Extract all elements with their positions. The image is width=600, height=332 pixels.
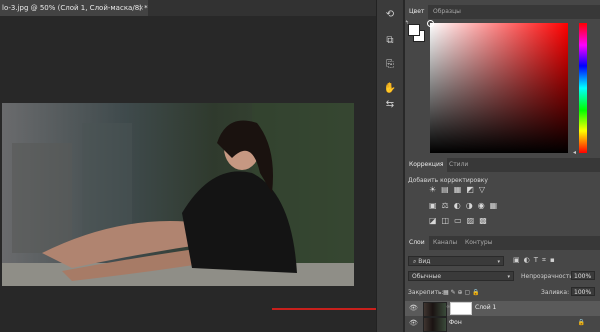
color-picker-field[interactable] [430,23,568,153]
visibility-eye-icon[interactable]: 👁 [409,304,418,312]
lock-icon: 🔒 [577,319,585,326]
chevron-down-icon: ▾ [497,259,500,265]
add-adjustment-title: Добавить корректировку [408,177,488,184]
tab-bar [148,0,376,16]
tab-color[interactable]: Цвет [405,5,429,19]
sliders-icon[interactable]: ⇆ [383,98,397,112]
layer-row[interactable]: 👁 ∞ Слой 1 [405,301,600,317]
fill-field[interactable]: 100% [571,287,595,296]
adjust-panel-tabs: Коррекция Стили [405,158,600,172]
adjustment-icons-row-1[interactable]: ☀▤▦◩▽ [429,185,490,194]
foreground-color-swatch[interactable] [408,24,420,36]
layer-row[interactable]: 👁 Фон 🔒 [405,316,600,332]
history-icon[interactable]: ⟲ [383,8,397,22]
layer-kind-filter[interactable]: ⌕ Вид ▾ [408,256,504,266]
document-title: lo-3.jpg @ 50% (Слой 1, Слой-маска/8) * [2,4,148,12]
document-tab[interactable]: lo-3.jpg @ 50% (Слой 1, Слой-маска/8) * … [0,0,148,16]
layer-thumbnail [423,317,447,332]
close-tab-icon[interactable]: × [138,0,144,16]
panel-icon-strip: ⟲ ⧉ ⎘ ✋ ⇆ [376,0,404,332]
color-picker-cursor[interactable] [427,20,434,27]
visibility-eye-icon[interactable]: 👁 [409,319,418,327]
lock-label: Закрепить: [408,289,444,296]
tab-swatches[interactable]: Образцы [429,5,465,19]
layer-thumbnail [423,302,447,317]
tab-layers[interactable]: Слои [405,236,429,250]
canvas-image[interactable] [2,103,354,286]
chevron-down-icon: ▾ [507,274,510,280]
tab-channels[interactable]: Каналы [429,236,461,250]
brush-options-icon[interactable]: ✋ [383,82,397,96]
blend-mode-select[interactable]: Обычные ▾ [408,271,514,281]
lock-icons[interactable]: ▦ ✎ ⊕ ▢ 🔒 [443,289,480,296]
color-panel-tabs: Цвет Образцы [405,5,600,19]
hue-slider[interactable] [579,23,587,153]
layer-kind-value: Вид [418,258,431,265]
fill-label: Заливка: [541,289,570,296]
adjustment-icons-row-2[interactable]: ▣⚖◐◑◉▦ [429,201,502,210]
tab-paths[interactable]: Контуры [461,236,496,250]
hue-slider-handle-icon[interactable]: ◂ [573,149,576,156]
photo-illustration [2,103,354,286]
adjustment-icons-row-3[interactable]: ◪◫▭▨▩ [429,216,492,225]
layer-name: Фон [449,319,462,326]
layers-panel-tabs: Слои Каналы Контуры [405,236,600,250]
opacity-field[interactable]: 100% [571,271,595,280]
opacity-label: Непрозрачность: [521,273,575,280]
layer-mask-thumbnail[interactable] [450,302,472,315]
copy-layer-icon[interactable]: ⎘ [383,58,397,72]
tab-styles[interactable]: Стили [445,158,472,172]
layer-filter-icons[interactable]: ▣◐T⌗▪ [513,256,559,265]
adjust-brush-icon[interactable]: ⧉ [383,34,397,48]
blend-mode-value: Обычные [412,273,442,280]
layer-name: Слой 1 [475,304,497,311]
right-panels: Цвет Образцы ↰ ◂ Коррекция Стили Добавит… [405,0,600,332]
tab-adjustments[interactable]: Коррекция [405,158,448,172]
